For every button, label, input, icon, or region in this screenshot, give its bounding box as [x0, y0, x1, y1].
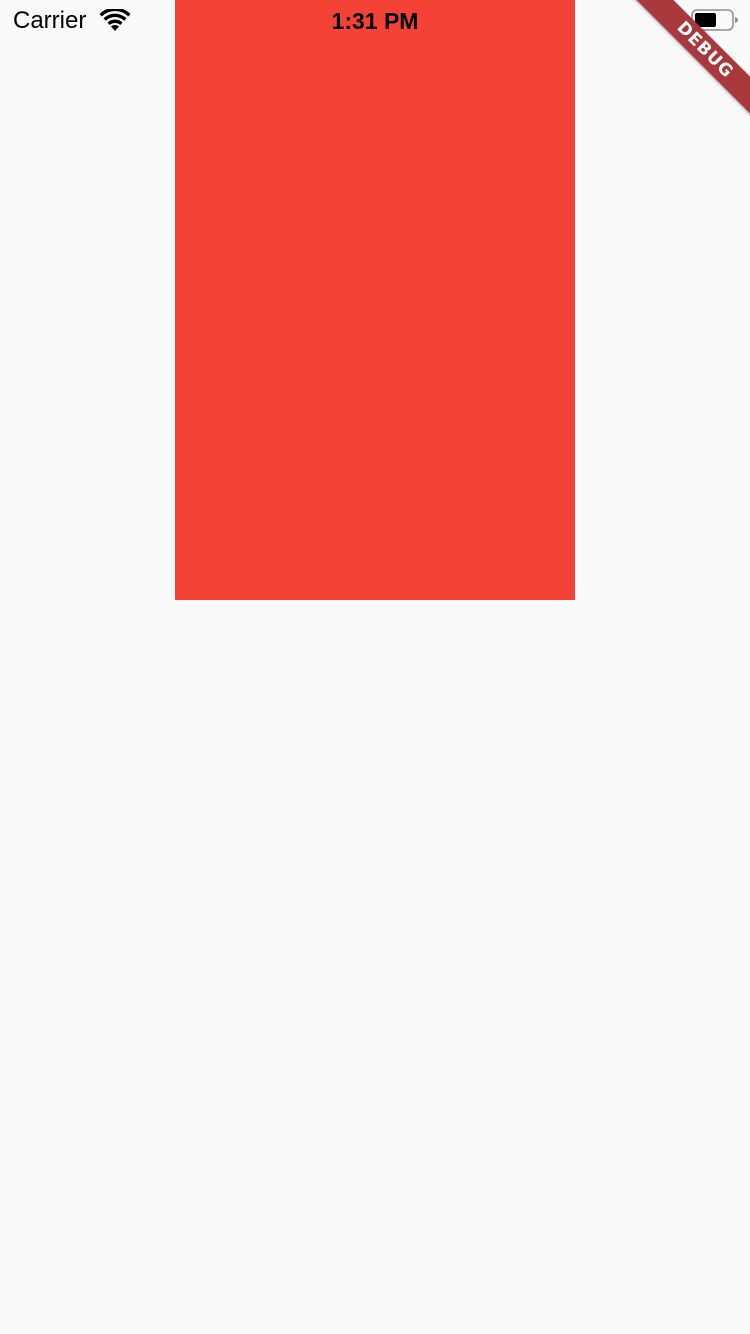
red-container: [175, 0, 575, 600]
debug-label: DEBUG: [632, 0, 750, 123]
debug-banner: DEBUG: [620, 0, 750, 130]
